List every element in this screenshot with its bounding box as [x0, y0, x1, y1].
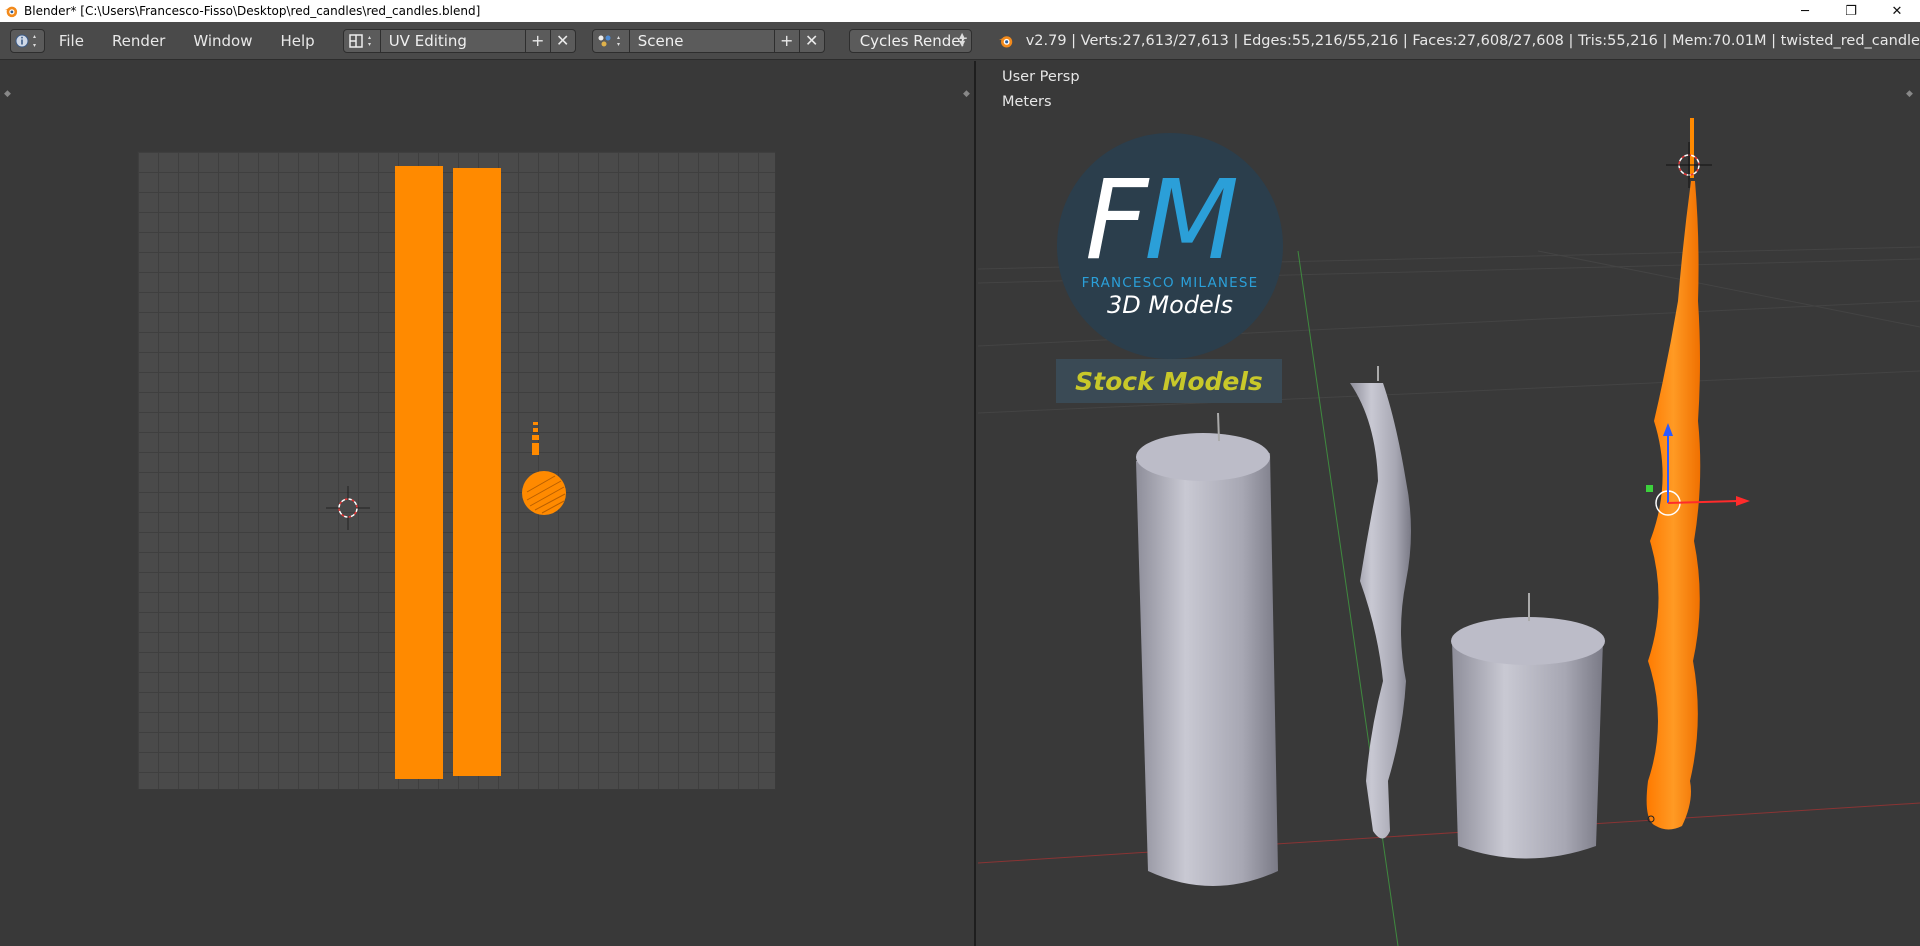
scene-icon: [598, 35, 620, 46]
fm-initials: FM: [1085, 165, 1239, 275]
render-engine-select[interactable]: Cycles Render ▲ ▼: [848, 28, 973, 53]
fm-watermark-logo: FM FRANCESCO MILANESE 3D Models: [1057, 133, 1283, 359]
watermark-subtitle: 3D Models: [1107, 291, 1233, 319]
fm-initial-m: M: [1144, 156, 1239, 284]
uv-island-strip-right[interactable]: [453, 168, 501, 776]
minimize-button[interactable]: ─: [1782, 0, 1828, 22]
scene-statistics: v2.79 | Verts:27,613/27,613 | Edges:55,2…: [1025, 32, 1920, 49]
info-icon: [15, 34, 37, 47]
editor-type-button[interactable]: [10, 28, 45, 53]
dropdown-arrows-icon: ▲ ▼: [959, 30, 966, 48]
twisted-red-candle-selected[interactable]: [1646, 118, 1701, 830]
uv-grid[interactable]: [137, 151, 776, 790]
area-split-corner-icon[interactable]: ◆: [963, 89, 973, 99]
scene-selector: Scene + ✕: [591, 28, 825, 53]
fm-initial-f: F: [1085, 156, 1148, 284]
add-screen-layout-button[interactable]: +: [525, 28, 551, 53]
3d-viewport[interactable]: ◆ User Persp Meters FM FRANCESCO MILANES…: [978, 61, 1920, 946]
screen-layout-menu-button[interactable]: [342, 28, 381, 53]
watermark-name: FRANCESCO MILANESE: [1081, 275, 1259, 291]
blender-app-icon: [4, 6, 18, 18]
uv-island-wick[interactable]: [530, 422, 542, 472]
x-axis-line: [978, 802, 1920, 864]
menu-help[interactable]: Help: [267, 32, 329, 50]
screen-layout-selector: UV Editing + ✕: [342, 28, 576, 53]
scene-menu-button[interactable]: [591, 28, 630, 53]
add-scene-button[interactable]: +: [774, 28, 800, 53]
delete-scene-button[interactable]: ✕: [799, 28, 825, 53]
info-header: File Render Window Help UV Editing + ✕ S…: [0, 22, 1920, 60]
2d-cursor-icon[interactable]: [326, 486, 370, 530]
twisted-candle[interactable]: [1350, 366, 1411, 839]
window-title: Blender* [C:\Users\Francesco-Fisso\Deskt…: [24, 4, 481, 18]
stock-models-badge: Stock Models: [1056, 359, 1282, 403]
area-split-corner-icon[interactable]: ◆: [4, 89, 14, 99]
uv-island-cap[interactable]: [521, 470, 567, 516]
screen-layout-name-field[interactable]: UV Editing: [380, 28, 526, 53]
delete-screen-layout-button[interactable]: ✕: [550, 28, 576, 53]
restore-button[interactable]: ❐: [1828, 0, 1874, 22]
uv-image-editor[interactable]: ◆ ◆: [0, 61, 976, 946]
scene-name-field[interactable]: Scene: [629, 28, 775, 53]
render-engine-label: Cycles Render: [859, 31, 967, 50]
menu-render[interactable]: Render: [98, 32, 179, 50]
pillar-candle-small[interactable]: [1451, 593, 1605, 859]
pillar-candle-large[interactable]: [1136, 412, 1278, 886]
menu-file[interactable]: File: [45, 32, 98, 50]
layout-grid-icon: [348, 33, 371, 48]
close-window-button[interactable]: ✕: [1874, 0, 1920, 22]
window-titlebar: Blender* [C:\Users\Francesco-Fisso\Deskt…: [0, 0, 1920, 22]
window-controls: ─ ❐ ✕: [1782, 0, 1920, 22]
blender-logo-icon: [999, 35, 1013, 47]
menu-window[interactable]: Window: [179, 32, 266, 50]
3d-cursor-icon[interactable]: [1666, 142, 1712, 188]
uv-island-strip-left[interactable]: [395, 166, 443, 779]
